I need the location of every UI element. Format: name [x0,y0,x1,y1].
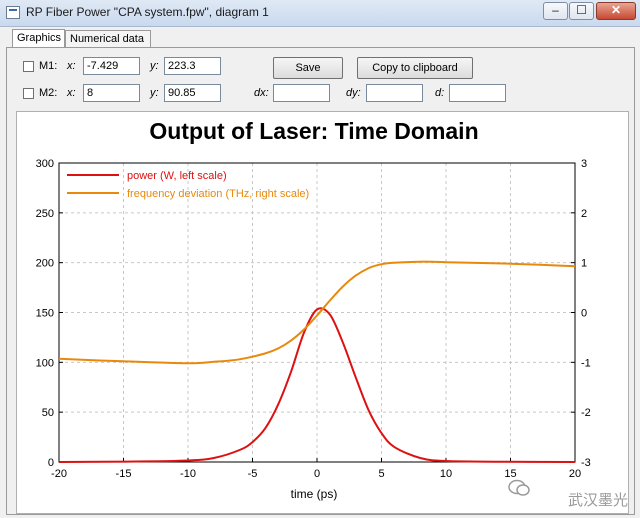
save-button-label: Save [295,62,321,74]
d-label: d: [435,87,445,99]
y-right-tick-label: 0 [581,308,587,320]
y-left-tick-label: 100 [36,357,54,369]
title-bar: RP Fiber Power "CPA system.fpw", diagram… [0,0,640,27]
y-left-tick-label: 250 [36,208,54,220]
y-left-tick-label: 300 [36,158,54,170]
m1-label: M1: [39,60,58,72]
m2-y-field[interactable]: 90.85 [164,84,221,102]
y-right-tick-label: -1 [581,357,591,369]
y-right-tick-label: -2 [581,407,591,419]
y-right-tick-label: 2 [581,208,587,220]
x-axis-label: time (ps) [291,487,338,501]
y-right-tick-label: 1 [581,258,587,270]
maximize-button[interactable]: ☐ [569,2,594,20]
x-tick-label: -5 [248,468,258,480]
app-window: RP Fiber Power "CPA system.fpw", diagram… [0,0,640,518]
m2-x-label: x: [67,87,76,99]
x-tick-label: -15 [116,468,132,480]
copy-to-clipboard-button[interactable]: Copy to clipboard [357,57,473,79]
legend-entry: power (W, left scale) [127,170,227,182]
watermark-text: 武汉墨光 [567,492,628,509]
plot-area[interactable]: Output of Laser: Time Domain time (ps) -… [16,111,629,514]
x-tick-label: -20 [51,468,67,480]
wechat-icon [508,479,530,496]
line-chart: Output of Laser: Time Domain time (ps) -… [36,118,591,501]
y-right-tick-label: -3 [581,457,591,469]
x-tick-label: 0 [314,468,320,480]
copy-button-label: Copy to clipboard [372,62,458,74]
legend-entry: frequency deviation (THz, right scale) [127,188,309,200]
y-left-tick-label: 0 [48,457,54,469]
app-icon [6,6,20,19]
m1-x-label: x: [67,60,76,72]
m2-label: M2: [39,87,58,99]
tab-numerical-data[interactable]: Numerical data [65,30,151,48]
dx-field[interactable] [273,84,330,102]
minimize-button[interactable]: – [543,2,568,20]
x-tick-label: -10 [180,468,196,480]
d-field[interactable] [449,84,506,102]
chart-title: Output of Laser: Time Domain [149,118,478,144]
y-right-tick-label: 3 [581,158,587,170]
m2-y-label: y: [150,87,159,99]
y-left-tick-label: 150 [36,308,54,320]
dx-label: dx: [254,87,269,99]
m2-checkbox[interactable] [23,88,34,99]
x-tick-label: 10 [440,468,452,480]
x-tick-label: 20 [569,468,581,480]
dy-label: dy: [346,87,361,99]
window-title: RP Fiber Power "CPA system.fpw", diagram… [26,5,269,19]
tab-graphics[interactable]: Graphics [12,29,65,49]
close-button[interactable]: ✕ [596,2,636,20]
y-left-tick-label: 50 [42,407,54,419]
m1-y-field[interactable]: 223.3 [164,57,221,75]
m1-x-field[interactable]: -7.429 [83,57,140,75]
x-tick-label: 5 [378,468,384,480]
m1-y-label: y: [150,60,159,72]
m1-checkbox[interactable] [23,61,34,72]
save-button[interactable]: Save [273,57,343,79]
dy-field[interactable] [366,84,423,102]
y-left-tick-label: 200 [36,258,54,270]
m2-x-field[interactable]: 8 [83,84,140,102]
